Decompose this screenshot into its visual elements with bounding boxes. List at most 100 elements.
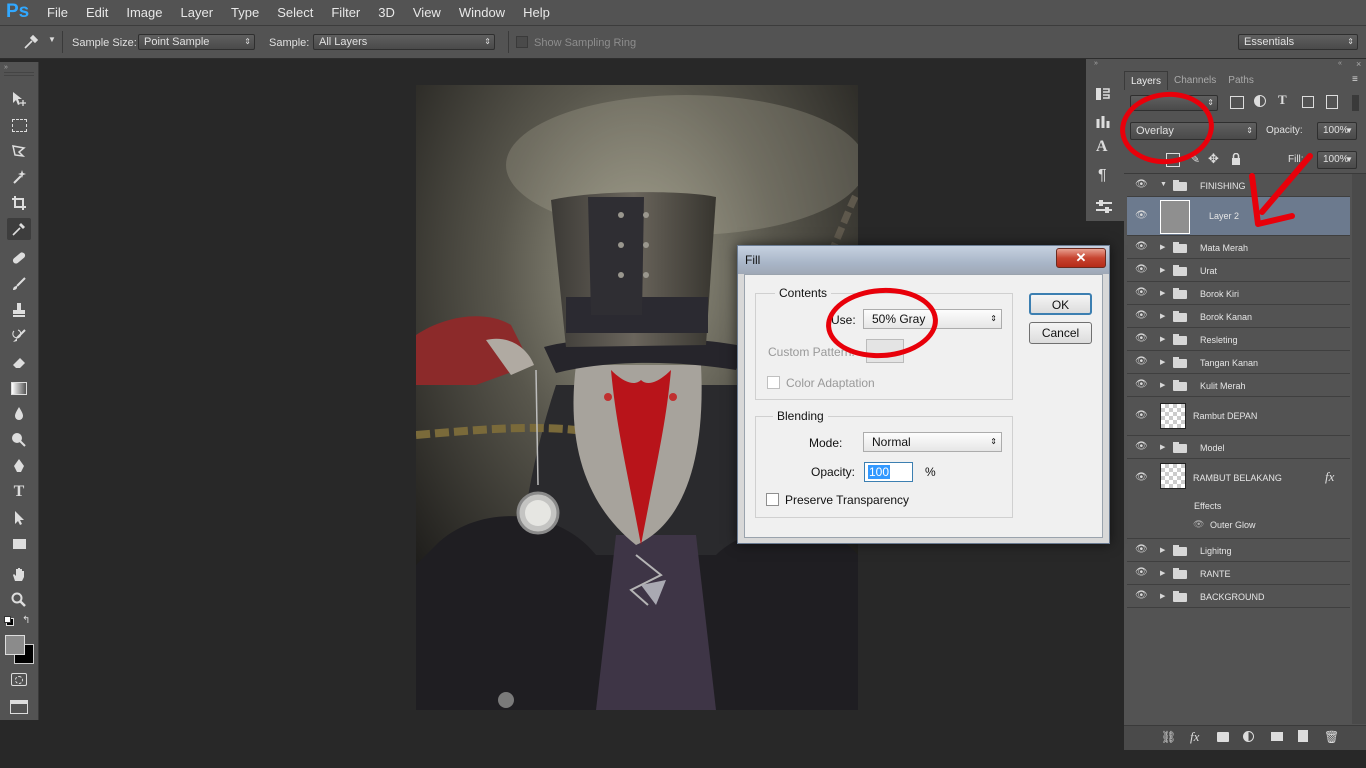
show-sampling-ring-checkbox[interactable] bbox=[516, 36, 528, 48]
filter-adjustment-icon[interactable] bbox=[1254, 95, 1266, 107]
layers-scrollbar[interactable] bbox=[1352, 174, 1366, 724]
visibility-eye-icon[interactable]: 👁 bbox=[1135, 287, 1148, 298]
adjustments-icon[interactable] bbox=[1094, 198, 1114, 219]
filter-shape-icon[interactable] bbox=[1302, 96, 1314, 108]
outer-glow-effect[interactable]: Outer Glow bbox=[1210, 520, 1256, 530]
magic-wand-tool-icon[interactable] bbox=[7, 166, 31, 188]
zoom-tool-icon[interactable] bbox=[7, 589, 31, 611]
collapse-panel-icon[interactable]: « bbox=[1338, 60, 1342, 67]
workspace-dropdown[interactable]: Essentials ⇕ bbox=[1238, 34, 1358, 50]
menu-layer[interactable]: Layer bbox=[172, 0, 223, 25]
ok-button[interactable]: OK bbox=[1029, 293, 1092, 315]
effect-eye-icon[interactable]: 👁 bbox=[1193, 519, 1204, 530]
marquee-tool-icon[interactable] bbox=[7, 114, 31, 136]
preset-chevron-down-icon[interactable]: ▼ bbox=[48, 35, 56, 44]
filter-pixel-icon[interactable] bbox=[1230, 96, 1244, 109]
collapsed-triangle-icon[interactable]: ▶ bbox=[1160, 266, 1165, 274]
visibility-eye-icon[interactable]: 👁 bbox=[1135, 472, 1148, 483]
layer-row-rambut-belakang[interactable]: 👁 RAMBUT BELAKANG fx Effects 👁 Outer Glo… bbox=[1127, 459, 1350, 539]
mode-dropdown[interactable]: Normal ⇕ bbox=[863, 432, 1002, 452]
collapsed-triangle-icon[interactable]: ▶ bbox=[1160, 243, 1165, 251]
filter-smart-object-icon[interactable] bbox=[1326, 95, 1338, 109]
menu-edit[interactable]: Edit bbox=[77, 0, 117, 25]
cancel-button[interactable]: Cancel bbox=[1029, 322, 1092, 344]
foreground-color-swatch[interactable] bbox=[5, 635, 25, 655]
collapsed-triangle-icon[interactable]: ▶ bbox=[1160, 358, 1165, 366]
visibility-eye-icon[interactable]: 👁 bbox=[1135, 410, 1148, 421]
opacity-input[interactable]: 100 bbox=[864, 462, 913, 482]
collapsed-triangle-icon[interactable]: ▶ bbox=[1160, 335, 1165, 343]
layer-row-kulit-merah[interactable]: 👁 ▶ Kulit Merah bbox=[1127, 374, 1350, 397]
visibility-eye-icon[interactable]: 👁 bbox=[1135, 441, 1148, 452]
default-colors-icon[interactable] bbox=[4, 616, 14, 626]
sample-size-dropdown[interactable]: Point Sample ⇕ bbox=[138, 34, 255, 50]
menu-3d[interactable]: 3D bbox=[369, 0, 404, 25]
add-style-fx-icon[interactable]: fx bbox=[1190, 729, 1199, 745]
visibility-eye-icon[interactable]: 👁 bbox=[1135, 356, 1148, 367]
fx-badge[interactable]: fx bbox=[1325, 469, 1334, 485]
clone-stamp-tool-icon[interactable] bbox=[7, 299, 31, 321]
layer-row-background[interactable]: 👁 ▶ BACKGROUND bbox=[1127, 585, 1350, 608]
new-adjustment-layer-icon[interactable] bbox=[1243, 731, 1254, 742]
hand-tool-icon[interactable] bbox=[7, 563, 31, 585]
menu-select[interactable]: Select bbox=[268, 0, 322, 25]
blur-tool-icon[interactable] bbox=[7, 403, 31, 425]
swap-colors-icon[interactable]: ↰ bbox=[22, 615, 30, 626]
collapsed-triangle-icon[interactable]: ▶ bbox=[1160, 289, 1165, 297]
collapsed-triangle-icon[interactable]: ▶ bbox=[1160, 546, 1165, 554]
layer-row-tangan-kanan[interactable]: 👁 ▶ Tangan Kanan bbox=[1127, 351, 1350, 374]
visibility-eye-icon[interactable]: 👁 bbox=[1135, 333, 1148, 344]
collapsed-triangle-icon[interactable]: ▶ bbox=[1160, 592, 1165, 600]
layer-row-model[interactable]: 👁 ▶ Model bbox=[1127, 436, 1350, 459]
expanded-triangle-icon[interactable]: ▼ bbox=[1160, 181, 1167, 188]
add-mask-icon[interactable] bbox=[1217, 732, 1229, 742]
menu-image[interactable]: Image bbox=[117, 0, 171, 25]
sample-dropdown[interactable]: All Layers ⇕ bbox=[313, 34, 495, 50]
close-panel-icon[interactable]: × bbox=[1356, 59, 1361, 69]
fill-field[interactable]: 100% ▼ bbox=[1317, 151, 1357, 169]
character-panel-icon[interactable]: A bbox=[1096, 138, 1108, 156]
tab-channels[interactable]: Channels bbox=[1168, 71, 1222, 90]
collapsed-triangle-icon[interactable]: ▶ bbox=[1160, 443, 1165, 451]
visibility-eye-icon[interactable]: 👁 bbox=[1135, 210, 1148, 221]
menu-filter[interactable]: Filter bbox=[322, 0, 369, 25]
collapsed-triangle-icon[interactable]: ▶ bbox=[1160, 569, 1165, 577]
eraser-tool-icon[interactable] bbox=[7, 351, 31, 373]
new-group-icon[interactable] bbox=[1271, 732, 1283, 741]
lasso-tool-icon[interactable] bbox=[7, 140, 31, 162]
visibility-eye-icon[interactable]: 👁 bbox=[1135, 264, 1148, 275]
visibility-eye-icon[interactable]: 👁 bbox=[1135, 310, 1148, 321]
tab-paths[interactable]: Paths bbox=[1222, 71, 1260, 90]
move-tool-icon[interactable] bbox=[7, 88, 31, 110]
expand-panels-icon[interactable]: » bbox=[1094, 60, 1098, 67]
screen-mode-icon[interactable] bbox=[10, 700, 28, 714]
menu-file[interactable]: File bbox=[38, 0, 77, 25]
panel-menu-icon[interactable]: ≡ bbox=[1352, 74, 1358, 85]
trash-icon[interactable]: 🗑 bbox=[1324, 730, 1339, 744]
layer-row-borok-kiri[interactable]: 👁 ▶ Borok Kiri bbox=[1127, 282, 1350, 305]
visibility-eye-icon[interactable]: 👁 bbox=[1135, 241, 1148, 252]
visibility-eye-icon[interactable]: 👁 bbox=[1135, 379, 1148, 390]
layer-row-urat[interactable]: 👁 ▶ Urat bbox=[1127, 259, 1350, 282]
healing-brush-tool-icon[interactable] bbox=[7, 247, 31, 269]
pen-tool-icon[interactable] bbox=[7, 455, 31, 477]
tab-layers[interactable]: Layers bbox=[1124, 71, 1169, 90]
history-panel-icon[interactable] bbox=[1094, 85, 1112, 106]
collapse-panel-icon[interactable]: » bbox=[4, 64, 8, 71]
paragraph-panel-icon[interactable]: ¶ bbox=[1098, 167, 1107, 185]
visibility-eye-icon[interactable]: 👁 bbox=[1135, 590, 1148, 601]
history-brush-tool-icon[interactable] bbox=[7, 325, 31, 347]
preserve-transparency-checkbox[interactable] bbox=[766, 493, 779, 506]
menu-type[interactable]: Type bbox=[222, 0, 268, 25]
visibility-eye-icon[interactable]: 👁 bbox=[1135, 544, 1148, 555]
menu-window[interactable]: Window bbox=[450, 0, 514, 25]
new-layer-icon[interactable] bbox=[1298, 730, 1308, 742]
menu-help[interactable]: Help bbox=[514, 0, 559, 25]
layer-row-borok-kanan[interactable]: 👁 ▶ Borok Kanan bbox=[1127, 305, 1350, 328]
layer-row-lighitng[interactable]: 👁 ▶ Lighitng bbox=[1127, 539, 1350, 562]
layer-row-resleting[interactable]: 👁 ▶ Resleting bbox=[1127, 328, 1350, 351]
eyedropper-tool-icon[interactable] bbox=[7, 218, 31, 240]
lock-position-icon[interactable]: ✥ bbox=[1208, 151, 1219, 167]
collapsed-triangle-icon[interactable]: ▶ bbox=[1160, 312, 1165, 320]
close-icon[interactable]: ✕ bbox=[1056, 248, 1106, 268]
